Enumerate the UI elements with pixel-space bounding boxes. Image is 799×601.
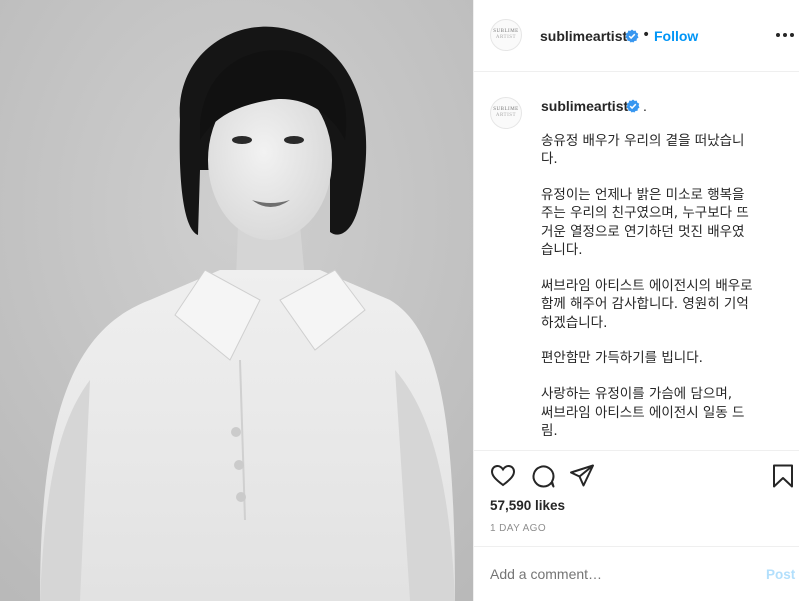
caption-line: 습니다. bbox=[541, 242, 583, 258]
actions-divider bbox=[473, 450, 799, 451]
post-photo[interactable] bbox=[0, 0, 473, 601]
comment-input[interactable] bbox=[490, 566, 730, 582]
share-icon[interactable] bbox=[569, 463, 595, 489]
header-separator: • bbox=[642, 27, 651, 43]
avatar-logo-line1: SUBLIME bbox=[493, 29, 519, 34]
verified-badge-icon bbox=[625, 29, 639, 43]
portrait-image bbox=[0, 0, 473, 601]
caption-line: 사랑하는 유정이를 가슴에 담으며, bbox=[541, 386, 733, 402]
caption-line: 써브라임 아티스트 에이전시의 배우로 bbox=[541, 278, 753, 294]
author-username[interactable]: sublimeartist bbox=[540, 28, 627, 44]
follow-button[interactable]: Follow bbox=[654, 28, 698, 44]
caption-avatar-logo-line1: SUBLIME bbox=[493, 107, 519, 112]
avatar-logo-line2: ARTIST bbox=[495, 35, 517, 40]
caption-verified-badge-icon bbox=[626, 99, 640, 113]
heart-icon[interactable] bbox=[490, 463, 516, 489]
caption-trailing-text: . bbox=[643, 98, 647, 114]
caption-line: 주는 우리의 친구였으며, 누구보다 뜨 bbox=[541, 205, 749, 221]
caption-line: 하겠습니다. bbox=[541, 315, 608, 331]
post-timestamp[interactable]: 1 DAY AGO bbox=[490, 523, 546, 534]
caption-line: 함께 해주어 감사합니다. 영원히 기억 bbox=[541, 296, 749, 312]
caption-line: 송유정 배우가 우리의 곁을 떠났습니 bbox=[541, 133, 745, 149]
post-comment-button[interactable]: Post bbox=[766, 567, 795, 582]
caption-author-avatar[interactable]: SUBLIME ARTIST bbox=[490, 97, 522, 129]
likes-count[interactable]: 57,590 likes bbox=[490, 498, 565, 513]
caption-line: 써브라임 아티스트 에이전시 일동 드 bbox=[541, 405, 745, 421]
caption-line: 림. bbox=[541, 423, 558, 439]
caption-line: 편안함만 가득하기를 빕니다. bbox=[541, 350, 703, 366]
caption-line: 유정이는 언제나 밝은 미소로 행복을 bbox=[541, 187, 745, 203]
comment-icon[interactable] bbox=[530, 463, 556, 489]
caption-line: 거운 열정으로 연기하던 멋진 배우였 bbox=[541, 224, 745, 240]
bookmark-icon[interactable] bbox=[770, 463, 796, 489]
caption-line: 다. bbox=[541, 151, 558, 167]
caption-avatar-logo-line2: ARTIST bbox=[495, 113, 517, 118]
caption-username[interactable]: sublimeartist bbox=[541, 98, 628, 114]
more-options-icon[interactable] bbox=[776, 33, 794, 39]
author-avatar[interactable]: SUBLIME ARTIST bbox=[490, 19, 522, 51]
